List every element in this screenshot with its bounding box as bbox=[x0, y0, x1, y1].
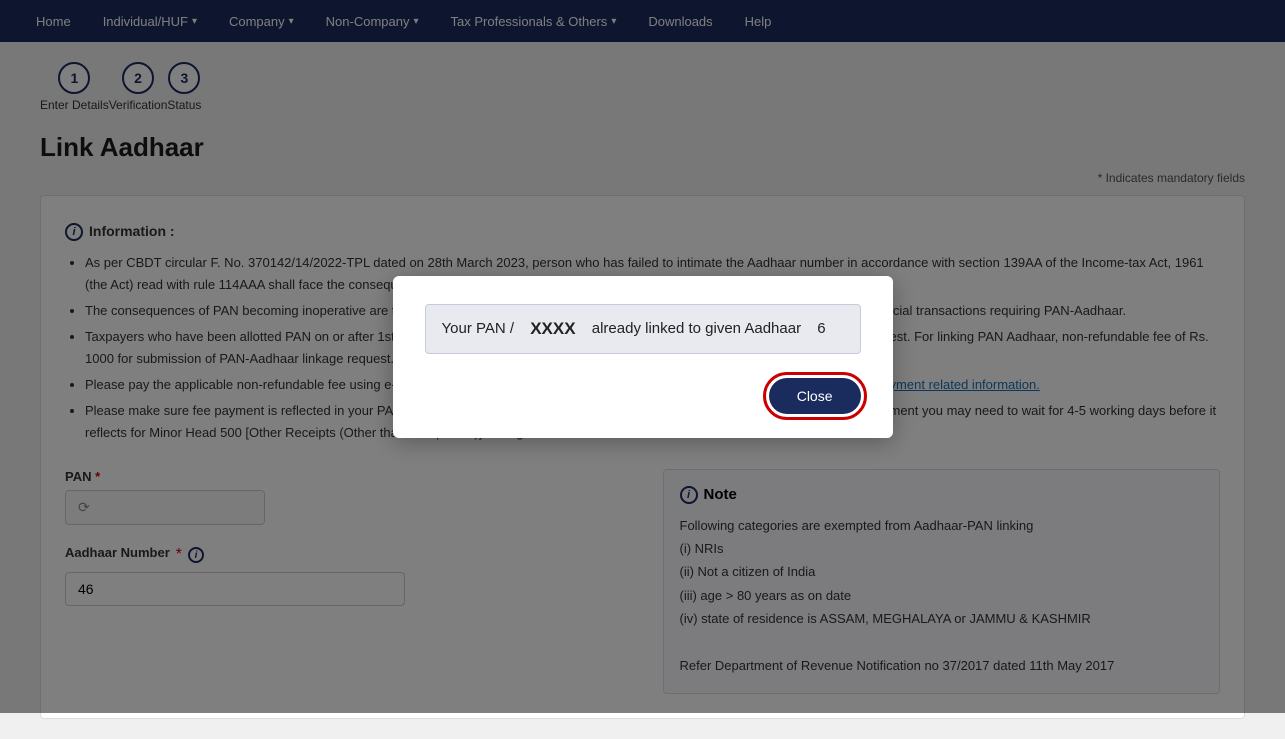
modal-pan: XXXX bbox=[530, 319, 575, 339]
modal-prefix: Your PAN / bbox=[442, 320, 515, 337]
close-button[interactable]: Close bbox=[769, 378, 861, 414]
modal-overlay: Your PAN / XXXX already linked to given … bbox=[0, 0, 1285, 713]
modal: Your PAN / XXXX already linked to given … bbox=[393, 276, 893, 438]
modal-message: Your PAN / XXXX already linked to given … bbox=[425, 304, 861, 354]
modal-suffix: already linked to given Aadhaar bbox=[592, 320, 801, 337]
modal-code: 6 bbox=[817, 320, 825, 337]
modal-footer: Close bbox=[425, 378, 861, 414]
